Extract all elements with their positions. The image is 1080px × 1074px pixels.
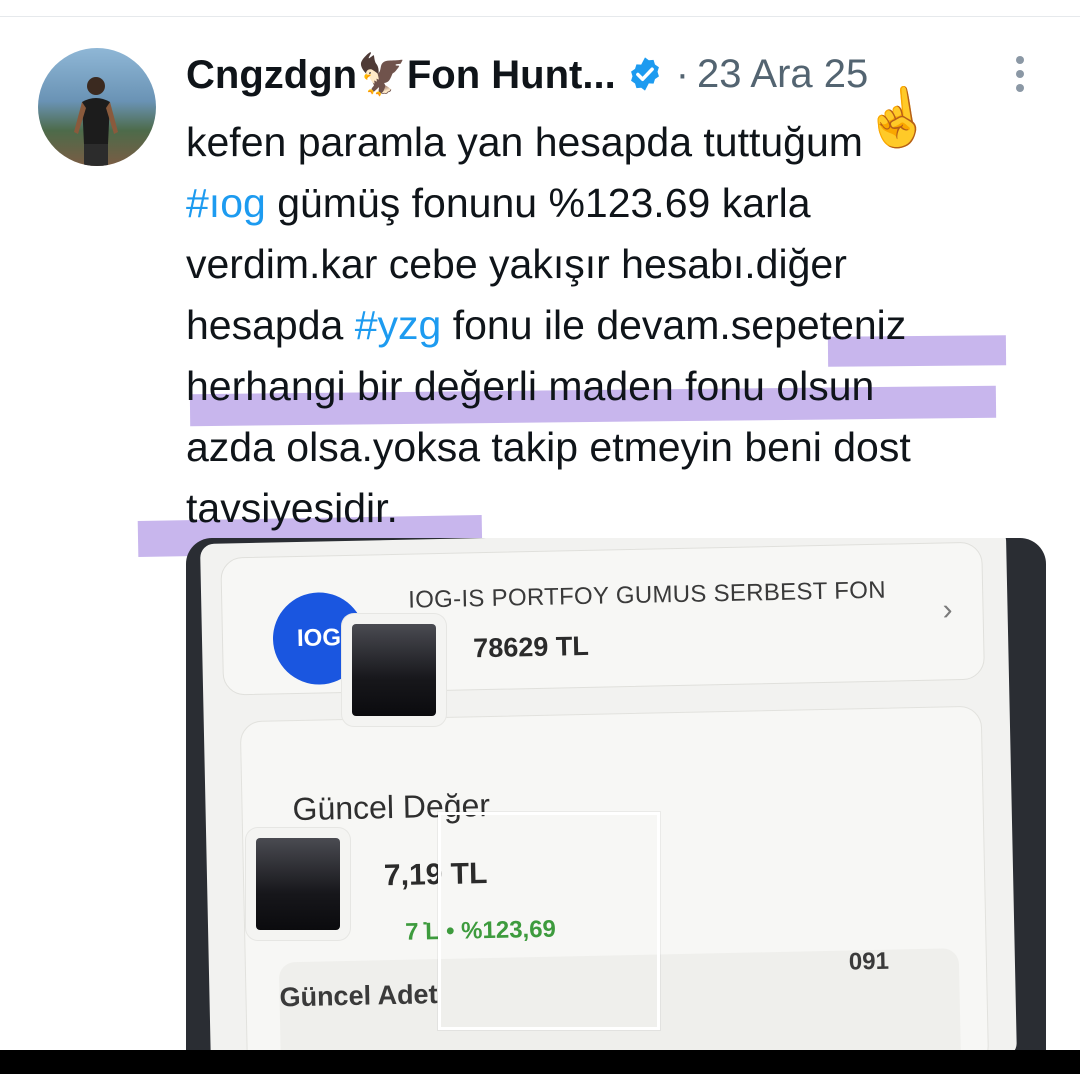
quantity-value: 091 <box>848 947 890 976</box>
top-divider <box>0 16 1080 17</box>
pointing-up-emoji: ☝️ <box>857 81 936 154</box>
tweet-line: herhangi bir değerli maden fonu olsun <box>186 363 875 409</box>
tweet-line: azda olsa.yoksa takip etmeyin beni dost <box>186 424 911 470</box>
highlight-frame <box>438 812 660 1030</box>
tweet-line: #ıog gümüş fonunu %123.69 karla <box>186 173 1026 234</box>
fund-name: IOG-IS PORTFOY GUMUS SERBEST FON <box>407 576 887 614</box>
bottom-bar <box>0 1050 1080 1074</box>
tweet-line: tavsiyesidir. <box>186 485 398 531</box>
header-separator: · <box>675 51 690 96</box>
chevron-right-icon: › <box>942 593 953 627</box>
tweet-line: verdim.kar cebe yakışır hesabı.diğer <box>186 241 847 287</box>
censor-block <box>246 828 350 940</box>
censor-block <box>342 614 446 726</box>
verified-badge-icon <box>630 57 659 91</box>
tweet-header: Cngzdgn🦅Fon Hunt... · 23 Ara 25 <box>186 48 868 100</box>
author-name[interactable]: Cngzdgn🦅Fon Hunt... <box>186 51 616 98</box>
quantity-label: Güncel Adet <box>279 979 438 1013</box>
tweet-text: kefen paramla yan hesapda tuttuğum #ıog … <box>186 112 1026 539</box>
avatar-person-icon <box>74 77 118 166</box>
tweet-line-text: hesapda <box>186 302 355 348</box>
fund-value: 78629 TL <box>472 630 590 664</box>
tweet-line-text: gümüş fonunu %123.69 karla <box>265 180 811 226</box>
more-options-icon[interactable] <box>1010 56 1030 96</box>
fund-card: IOG IOG-IS PORTFOY GUMUS SERBEST FON 786… <box>220 541 986 696</box>
hashtag-link[interactable]: #yzg <box>355 302 442 348</box>
hashtag-link[interactable]: #ıog <box>186 180 266 226</box>
tweet-date[interactable]: 23 Ara 25 <box>697 52 868 97</box>
avatar[interactable] <box>38 48 156 166</box>
tweet-line: hesapda #yzg fonu ile devam.sepeteniz <box>186 295 1026 356</box>
tweet-line-text: fonu ile devam.sepeteniz <box>441 302 907 348</box>
